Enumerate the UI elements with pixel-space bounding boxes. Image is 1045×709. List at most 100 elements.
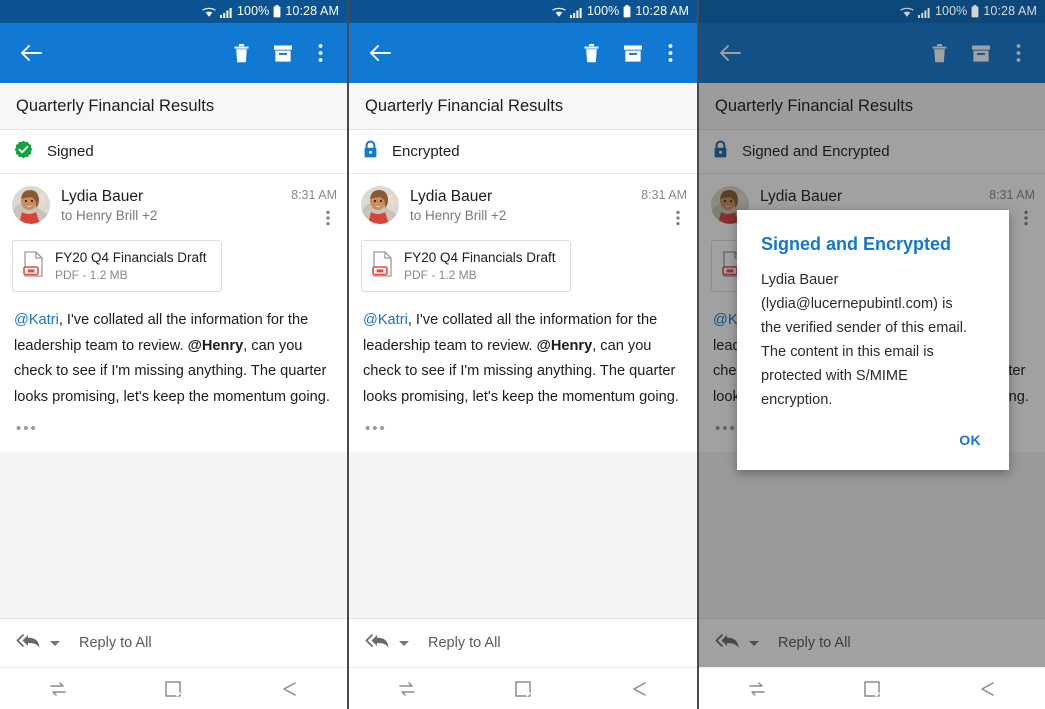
security-status-row[interactable]: Signed (0, 130, 347, 174)
attachment-meta: PDF - 1.2 MB (55, 267, 207, 283)
more-vertical-icon[interactable] (1005, 35, 1031, 71)
email-subject: Quarterly Financial Results (349, 83, 697, 130)
battery-icon (273, 5, 281, 18)
archive-icon[interactable] (963, 35, 999, 71)
reply-all-icon[interactable] (16, 633, 41, 654)
sender-name: Lydia Bauer (760, 187, 978, 206)
clock-time: 10:28 AM (983, 5, 1037, 18)
message-more-icon[interactable] (1017, 208, 1035, 228)
avatar (12, 186, 50, 224)
wifi-icon (202, 6, 216, 18)
system-nav-bar (699, 667, 1045, 709)
attachment-meta: PDF - 1.2 MB (404, 267, 556, 283)
sender-name: Lydia Bauer (410, 187, 630, 206)
panel-encrypted: 100% 10:28 AM (349, 0, 697, 709)
email-subject: Quarterly Financial Results (0, 83, 347, 130)
app-toolbar (0, 23, 347, 83)
sender-meta: 8:31 AM (291, 186, 337, 228)
mention-henry[interactable]: @Henry (188, 338, 244, 354)
attachment-text: FY20 Q4 Financials Draft PDF - 1.2 MB (55, 249, 207, 283)
dialog-line-3: the verified sender of this email. (761, 316, 987, 340)
trash-icon[interactable] (223, 35, 259, 71)
message-body: @Katri, I've collated all the informatio… (0, 292, 347, 410)
back-arrow-icon[interactable] (363, 36, 397, 70)
expand-quoted-text-button[interactable]: ••• (349, 410, 697, 444)
reply-bar[interactable]: Reply to All (699, 618, 1045, 667)
security-status-row[interactable]: Signed and Encrypted (699, 130, 1045, 174)
sender-recipients: to Henry Brill +2 (61, 207, 280, 225)
sender-row[interactable]: Lydia Bauer to Henry Brill +2 8:31 AM (0, 174, 347, 236)
more-vertical-icon[interactable] (307, 35, 333, 71)
dialog-message: Lydia Bauer (lydia@lucernepubintl.com) i… (761, 268, 987, 412)
attachment-chip[interactable]: FY20 Q4 Financials Draft PDF - 1.2 MB (12, 240, 222, 292)
reply-bar[interactable]: Reply to All (349, 618, 697, 667)
security-status-row[interactable]: Encrypted (349, 130, 697, 174)
system-nav-bar (349, 667, 697, 709)
message-card: Lydia Bauer to Henry Brill +2 8:31 AM (0, 174, 347, 452)
archive-icon[interactable] (615, 35, 651, 71)
trash-icon[interactable] (573, 35, 609, 71)
status-bar: 100% 10:28 AM (0, 0, 347, 23)
mention-katri[interactable]: @Katri (14, 312, 59, 328)
android-back-icon[interactable] (269, 673, 309, 705)
battery-percent: 100% (587, 5, 619, 18)
attachment-chip[interactable]: FY20 Q4 Financials Draft PDF - 1.2 MB (361, 240, 571, 292)
attachment-name: FY20 Q4 Financials Draft (55, 249, 207, 266)
dialog-line-6: encryption. (761, 388, 987, 412)
message-background-filler (0, 452, 347, 618)
message-background-filler (349, 452, 697, 618)
reply-bar[interactable]: Reply to All (0, 618, 347, 667)
chevron-down-icon[interactable] (50, 641, 60, 646)
android-back-icon[interactable] (967, 673, 1007, 705)
status-bar: 100% 10:28 AM (699, 0, 1045, 23)
back-arrow-icon[interactable] (14, 36, 48, 70)
dialog-ok-button[interactable]: OK (955, 426, 985, 454)
security-status-label: Signed (47, 143, 94, 160)
clock-time: 10:28 AM (635, 5, 689, 18)
battery-icon (971, 5, 979, 18)
wifi-icon (900, 6, 914, 18)
message-time: 8:31 AM (989, 188, 1035, 202)
clock-time: 10:28 AM (285, 5, 339, 18)
back-arrow-icon[interactable] (713, 36, 747, 70)
email-subject: Quarterly Financial Results (699, 83, 1045, 130)
expand-quoted-text-button[interactable]: ••• (0, 410, 347, 444)
recents-icon[interactable] (737, 673, 777, 705)
archive-icon[interactable] (265, 35, 301, 71)
chevron-down-icon[interactable] (749, 641, 759, 646)
panel-signed-and-encrypted: 100% 10:28 AM (699, 0, 1045, 709)
more-vertical-icon[interactable] (657, 35, 683, 71)
reply-label: Reply to All (79, 635, 152, 651)
home-icon[interactable] (503, 673, 543, 705)
security-info-dialog: Signed and Encrypted Lydia Bauer (lydia@… (737, 210, 1009, 470)
chevron-down-icon[interactable] (399, 641, 409, 646)
sender-meta: 8:31 AM (641, 186, 687, 228)
dialog-line-5: protected with S/MIME (761, 364, 987, 388)
message-time: 8:31 AM (291, 188, 337, 202)
message-more-icon[interactable] (319, 208, 337, 228)
recents-icon[interactable] (38, 673, 78, 705)
home-icon[interactable] (852, 673, 892, 705)
cellular-signal-icon (570, 6, 583, 18)
sender-info: Lydia Bauer to Henry Brill +2 (61, 186, 280, 225)
pdf-file-icon (23, 251, 45, 282)
mention-henry[interactable]: @Henry (537, 338, 593, 354)
mention-katri[interactable]: @Katri (363, 312, 408, 328)
wifi-icon (552, 6, 566, 18)
trash-icon[interactable] (921, 35, 957, 71)
reply-all-icon[interactable] (715, 633, 740, 654)
sender-row[interactable]: Lydia Bauer to Henry Brill +2 8:31 AM (349, 174, 697, 236)
dialog-line-4: The content in this email is (761, 340, 987, 364)
screenshot-stage: 100% 10:28 AM (0, 0, 1045, 709)
battery-icon (623, 5, 631, 18)
pdf-file-icon (372, 251, 394, 282)
recents-icon[interactable] (387, 673, 427, 705)
message-more-icon[interactable] (669, 208, 687, 228)
reply-all-icon[interactable] (365, 633, 390, 654)
home-icon[interactable] (153, 673, 193, 705)
attachment-text: FY20 Q4 Financials Draft PDF - 1.2 MB (404, 249, 556, 283)
android-back-icon[interactable] (619, 673, 659, 705)
reply-label: Reply to All (428, 635, 501, 651)
sender-recipients: to Henry Brill +2 (410, 207, 630, 225)
sender-info: Lydia Bauer to Henry Brill +2 (410, 186, 630, 225)
